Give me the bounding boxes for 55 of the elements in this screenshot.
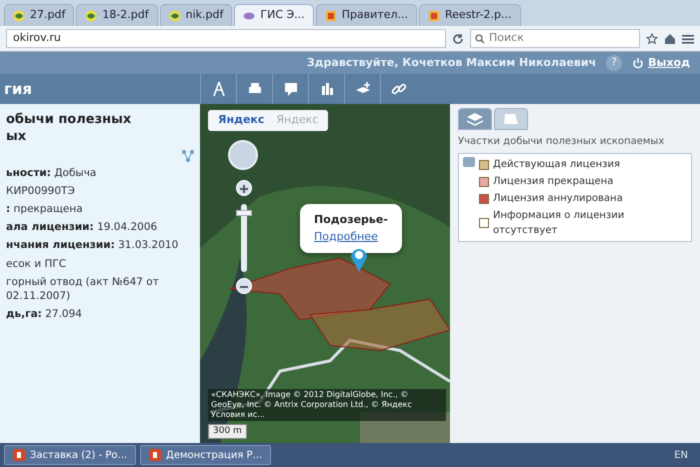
- browser-tab[interactable]: Правител...: [316, 4, 418, 26]
- details-link[interactable]: Подробнее: [314, 230, 378, 242]
- attribute-text: есок и ПГС: [6, 256, 68, 271]
- reload-icon: [452, 32, 464, 44]
- browser-tab[interactable]: Reestr-2.p...: [419, 4, 520, 26]
- legend-label: Информация о лицензии отсутствует: [493, 209, 626, 238]
- logout-link[interactable]: Выход: [632, 54, 690, 72]
- copyright-text: «СКАНЭКС», Image © 2012 DigitalGlobe, Inc., © GeoEye, Inc. © Antrix Corporation Ltd., © Яндекс Условия ис...: [208, 389, 446, 421]
- presentation-icon: [149, 449, 162, 461]
- browser-tab[interactable]: ГИС Э...: [234, 4, 314, 26]
- plus-icon: [240, 184, 248, 193]
- taskbar-item[interactable]: Заставка (2) - Ро...: [4, 445, 136, 465]
- attribute-text: горный отвод (акт №647 от 02.11.2007): [6, 274, 160, 304]
- attribute-text: дь,га: 27.094: [6, 307, 83, 322]
- globe-icon: [243, 10, 256, 22]
- legend-label: Лицензия аннулирована: [493, 192, 623, 206]
- popup-title: Подозерье-: [314, 212, 388, 228]
- browser-tab[interactable]: 27.pdf: [4, 4, 74, 26]
- document-icon: [324, 10, 337, 22]
- map-sheet-icon: [502, 112, 520, 126]
- search-icon: [475, 34, 485, 44]
- taskbar-item[interactable]: Демонстрация Р...: [140, 445, 272, 465]
- power-icon: [632, 57, 644, 69]
- pdf-file-icon: [168, 10, 181, 22]
- browser-tab[interactable]: 18-2.pdf: [76, 4, 158, 26]
- zoom-slider-handle[interactable]: [236, 210, 252, 216]
- attribute-text: КИР00990ТЭ: [6, 184, 76, 198]
- address-field[interactable]: okirov.ru: [6, 29, 446, 48]
- panel-title: гия: [3, 78, 33, 100]
- greeting-text: Здравствуйте, Кочетков Максим Николаевич: [306, 54, 596, 71]
- attribute-text: ала лицензии: 19.04.2006: [6, 220, 158, 234]
- legend-label: Лицензия прекращена: [493, 175, 614, 189]
- browser-tab[interactable]: nik.pdf: [160, 4, 232, 26]
- feature-title: обычи полезных ых: [6, 112, 132, 146]
- attribute-text: нчания лицензии: 31.03.2010: [6, 238, 180, 253]
- pdf-file-icon: [13, 10, 25, 22]
- document-icon: [428, 10, 440, 22]
- panel-tab[interactable]: [494, 108, 528, 130]
- panel-tab[interactable]: [458, 108, 492, 130]
- layer-group-title: Участки добычи полезных ископаемых: [458, 135, 666, 149]
- language-indicator[interactable]: EN: [674, 448, 696, 462]
- star-icon: [646, 32, 658, 44]
- legend-label: Действующая лицензия: [493, 158, 620, 172]
- layers-icon: [466, 112, 484, 126]
- attribute-text: ьности: Добыча: [6, 166, 98, 180]
- map-type-button[interactable]: Яндекс: [214, 112, 268, 128]
- pdf-file-icon: [85, 10, 98, 22]
- share-icon: [182, 150, 194, 162]
- attribute-text: : прекращена: [6, 202, 84, 216]
- home-icon: [664, 32, 676, 44]
- menu-icon: [682, 32, 694, 44]
- collapse-toggle[interactable]: [463, 157, 475, 167]
- presentation-icon: [13, 449, 25, 461]
- search-box[interactable]: Поиск: [470, 29, 640, 48]
- scale-bar: 300 m: [208, 424, 247, 439]
